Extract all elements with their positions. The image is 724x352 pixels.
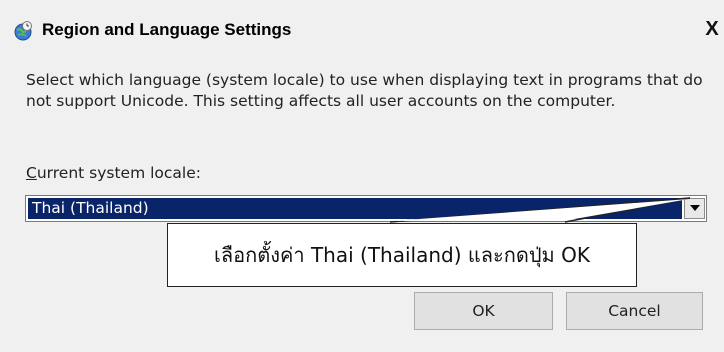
description-text: Select which language (system locale) to… bbox=[26, 71, 703, 110]
system-locale-select[interactable]: Thai (Thailand) bbox=[25, 195, 707, 222]
locale-label-accelerator: C bbox=[26, 164, 37, 182]
selected-locale-value: Thai (Thailand) bbox=[28, 198, 682, 219]
instruction-callout: เลือกตั้งค่า Thai (Thailand) และกดปุ่ม O… bbox=[167, 223, 637, 287]
dropdown-toggle[interactable] bbox=[684, 198, 705, 219]
window-title: Region and Language Settings bbox=[42, 20, 292, 39]
cancel-button[interactable]: Cancel bbox=[566, 292, 703, 330]
close-button[interactable]: X bbox=[700, 16, 724, 42]
title-bar: Region and Language Settings X bbox=[0, 16, 724, 44]
chevron-down-icon bbox=[690, 205, 700, 211]
globe-clock-icon bbox=[12, 20, 34, 42]
ok-button[interactable]: OK bbox=[414, 292, 553, 330]
region-language-dialog: Region and Language Settings X Select wh… bbox=[0, 0, 724, 352]
locale-label-text: urrent system locale: bbox=[36, 164, 201, 182]
current-locale-label: Current system locale: bbox=[26, 164, 201, 182]
callout-text: เลือกตั้งค่า Thai (Thailand) และกดปุ่ม O… bbox=[214, 243, 590, 267]
